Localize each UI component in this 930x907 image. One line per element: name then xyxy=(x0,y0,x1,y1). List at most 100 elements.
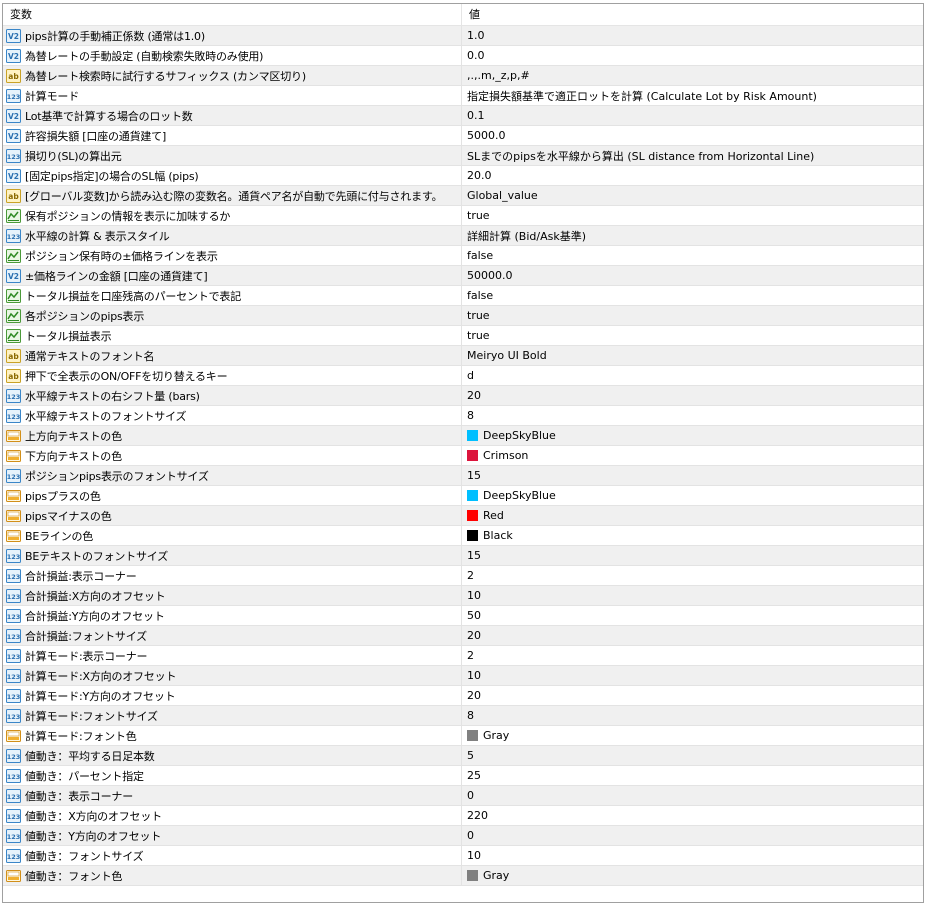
variable-cell[interactable]: V2 [固定pips指定]の場合のSL幅 (pips) xyxy=(3,166,462,185)
variable-cell[interactable]: 保有ポジションの情報を表示に加味するか xyxy=(3,206,462,225)
table-row[interactable]: V2 許容損失額 [口座の通貨建て] 5000.0 xyxy=(3,126,923,146)
table-row[interactable]: 123 計算モード:表示コーナー 2 xyxy=(3,646,923,666)
variable-cell[interactable]: ポジション保有時の±価格ラインを表示 xyxy=(3,246,462,265)
table-row[interactable]: 123 合計損益:表示コーナー 2 xyxy=(3,566,923,586)
value-cell[interactable]: 5 xyxy=(462,746,923,765)
table-row[interactable]: V2 [固定pips指定]の場合のSL幅 (pips) 20.0 xyxy=(3,166,923,186)
value-cell[interactable]: 2 xyxy=(462,566,923,585)
variable-cell[interactable]: ab [グローバル変数]から読み込む際の変数名。通貨ペア名が自動で先頭に付与されま… xyxy=(3,186,462,205)
value-cell[interactable]: 8 xyxy=(462,406,923,425)
variable-cell[interactable]: 123 合計損益:フォントサイズ xyxy=(3,626,462,645)
variable-cell[interactable]: 123 値動き：平均する日足本数 xyxy=(3,746,462,765)
variable-cell[interactable]: ab 通常テキストのフォント名 xyxy=(3,346,462,365)
table-row[interactable]: 123 値動き：フォントサイズ 10 xyxy=(3,846,923,866)
variable-cell[interactable]: V2 為替レートの手動設定 (自動検索失敗時のみ使用) xyxy=(3,46,462,65)
column-header-variable[interactable]: 変数 xyxy=(3,4,462,25)
table-row[interactable]: 123 損切り(SL)の算出元 SLまでのpipsを水平線から算出 (SL dist… xyxy=(3,146,923,166)
variable-cell[interactable]: 各ポジションのpips表示 xyxy=(3,306,462,325)
value-cell[interactable]: DeepSkyBlue xyxy=(462,426,923,445)
value-cell[interactable]: 220 xyxy=(462,806,923,825)
variable-cell[interactable]: 123 計算モード:表示コーナー xyxy=(3,646,462,665)
variable-cell[interactable]: 123 水平線テキストの右シフト量 (bars) xyxy=(3,386,462,405)
value-cell[interactable]: SLまでのpipsを水平線から算出 (SL distance from Hori… xyxy=(462,146,923,165)
variable-cell[interactable]: 計算モード:フォント色 xyxy=(3,726,462,745)
value-cell[interactable]: 2 xyxy=(462,646,923,665)
value-cell[interactable]: 8 xyxy=(462,706,923,725)
value-cell[interactable]: 20.0 xyxy=(462,166,923,185)
value-cell[interactable]: 10 xyxy=(462,666,923,685)
value-cell[interactable]: 50 xyxy=(462,606,923,625)
variable-cell[interactable]: 123 合計損益:Y方向のオフセット xyxy=(3,606,462,625)
variable-cell[interactable]: 123 損切り(SL)の算出元 xyxy=(3,146,462,165)
value-cell[interactable]: 1.0 xyxy=(462,26,923,45)
value-cell[interactable]: ,.,.m,_z,p,# xyxy=(462,66,923,85)
value-cell[interactable]: 15 xyxy=(462,466,923,485)
table-row[interactable]: 123 計算モード 指定損失額基準で適正ロットを計算 (Calculate Lot … xyxy=(3,86,923,106)
table-row[interactable]: トータル損益表示 true xyxy=(3,326,923,346)
table-row[interactable]: 123 合計損益:X方向のオフセット 10 xyxy=(3,586,923,606)
variable-cell[interactable]: トータル損益表示 xyxy=(3,326,462,345)
variable-cell[interactable]: 上方向テキストの色 xyxy=(3,426,462,445)
variable-cell[interactable]: 123 水平線の計算 & 表示スタイル xyxy=(3,226,462,245)
table-row[interactable]: 123 水平線テキストの右シフト量 (bars) 20 xyxy=(3,386,923,406)
value-cell[interactable]: Gray xyxy=(462,866,923,885)
table-row[interactable]: 123 合計損益:Y方向のオフセット 50 xyxy=(3,606,923,626)
variable-cell[interactable]: 123 値動き：フォントサイズ xyxy=(3,846,462,865)
table-row[interactable]: pipsプラスの色 DeepSkyBlue xyxy=(3,486,923,506)
value-cell[interactable]: 20 xyxy=(462,686,923,705)
variable-cell[interactable]: 123 値動き：Y方向のオフセット xyxy=(3,826,462,845)
value-cell[interactable]: true xyxy=(462,326,923,345)
value-cell[interactable]: 50000.0 xyxy=(462,266,923,285)
table-row[interactable]: V2 pips計算の手動補正係数 (通常は1.0) 1.0 xyxy=(3,26,923,46)
value-cell[interactable]: 指定損失額基準で適正ロットを計算 (Calculate Lot by Risk … xyxy=(462,86,923,105)
table-row[interactable]: 下方向テキストの色 Crimson xyxy=(3,446,923,466)
value-cell[interactable]: Black xyxy=(462,526,923,545)
variable-cell[interactable]: ab 為替レート検索時に試行するサフィックス (カンマ区切り) xyxy=(3,66,462,85)
variable-cell[interactable]: 123 値動き：パーセント指定 xyxy=(3,766,462,785)
value-cell[interactable]: 10 xyxy=(462,586,923,605)
table-row[interactable]: 各ポジションのpips表示 true xyxy=(3,306,923,326)
value-cell[interactable]: 0 xyxy=(462,786,923,805)
variable-cell[interactable]: 123 BEテキストのフォントサイズ xyxy=(3,546,462,565)
value-cell[interactable]: true xyxy=(462,306,923,325)
table-row[interactable]: 計算モード:フォント色 Gray xyxy=(3,726,923,746)
variable-cell[interactable]: V2 ±価格ラインの金額 [口座の通貨建て] xyxy=(3,266,462,285)
variable-cell[interactable]: 123 値動き：X方向のオフセット xyxy=(3,806,462,825)
value-cell[interactable]: 20 xyxy=(462,386,923,405)
value-cell[interactable]: Gray xyxy=(462,726,923,745)
table-row[interactable]: ab 通常テキストのフォント名 Meiryo UI Bold xyxy=(3,346,923,366)
table-row[interactable]: 123 値動き：X方向のオフセット 220 xyxy=(3,806,923,826)
column-header-value[interactable]: 値 xyxy=(462,4,923,25)
variable-cell[interactable]: pipsプラスの色 xyxy=(3,486,462,505)
table-row[interactable]: 123 値動き：平均する日足本数 5 xyxy=(3,746,923,766)
variable-cell[interactable]: 123 合計損益:X方向のオフセット xyxy=(3,586,462,605)
table-row[interactable]: pipsマイナスの色 Red xyxy=(3,506,923,526)
value-cell[interactable]: d xyxy=(462,366,923,385)
table-row[interactable]: 123 BEテキストのフォントサイズ 15 xyxy=(3,546,923,566)
value-cell[interactable]: 20 xyxy=(462,626,923,645)
table-row[interactable]: 123 ポジションpips表示のフォントサイズ 15 xyxy=(3,466,923,486)
table-row[interactable]: 123 値動き：パーセント指定 25 xyxy=(3,766,923,786)
variable-cell[interactable]: V2 Lot基準で計算する場合のロット数 xyxy=(3,106,462,125)
variable-cell[interactable]: 123 計算モード xyxy=(3,86,462,105)
table-row[interactable]: 123 合計損益:フォントサイズ 20 xyxy=(3,626,923,646)
value-cell[interactable]: Crimson xyxy=(462,446,923,465)
value-cell[interactable]: 5000.0 xyxy=(462,126,923,145)
value-cell[interactable]: 0.1 xyxy=(462,106,923,125)
table-row[interactable]: 上方向テキストの色 DeepSkyBlue xyxy=(3,426,923,446)
variable-cell[interactable]: 123 計算モード:フォントサイズ xyxy=(3,706,462,725)
value-cell[interactable]: false xyxy=(462,286,923,305)
variable-cell[interactable]: BEラインの色 xyxy=(3,526,462,545)
variable-cell[interactable]: ab 押下で全表示のON/OFFを切り替えるキー xyxy=(3,366,462,385)
table-row[interactable]: 123 水平線テキストのフォントサイズ 8 xyxy=(3,406,923,426)
table-row[interactable]: 保有ポジションの情報を表示に加味するか true xyxy=(3,206,923,226)
variable-cell[interactable]: 123 計算モード:Y方向のオフセット xyxy=(3,686,462,705)
value-cell[interactable]: 0 xyxy=(462,826,923,845)
value-cell[interactable]: Red xyxy=(462,506,923,525)
variable-cell[interactable]: 値動き：フォント色 xyxy=(3,866,462,885)
table-row[interactable]: ab 押下で全表示のON/OFFを切り替えるキー d xyxy=(3,366,923,386)
table-row[interactable]: 123 計算モード:X方向のオフセット 10 xyxy=(3,666,923,686)
table-row[interactable]: トータル損益を口座残高のパーセントで表記 false xyxy=(3,286,923,306)
value-cell[interactable]: 10 xyxy=(462,846,923,865)
value-cell[interactable]: 25 xyxy=(462,766,923,785)
